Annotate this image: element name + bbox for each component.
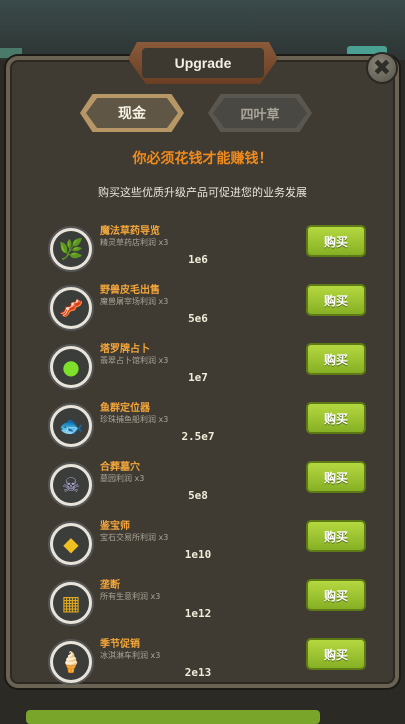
upgrade-cost: 1e12 [184,607,212,620]
upgrade-description: 翡翠占卜馆利润 x3 [100,356,169,365]
headline: 你必须花钱才能赚钱！ [132,151,273,167]
upgrade-cost: 2e13 [184,666,212,679]
upgrade-name: 合葬墓穴 [100,462,140,473]
buy-button[interactable]: 购买 [306,638,366,670]
fish-icon: 🐟 [53,408,89,444]
buy-button[interactable]: 购买 [306,520,366,552]
upgrade-icon-frame: ● [48,344,94,390]
upgrade-row: 🍦 季节促销 冰淇淋车利润 x3 2e13 购买 [48,638,368,689]
upgrade-icon-frame: 🌿 [48,226,94,272]
subline: 购买这些优质升级产品可促进您的业务发展 [98,186,307,199]
upgrade-row: ☠ 合葬墓穴 墓园利润 x3 5e8 购买 [48,461,368,512]
upgrade-description: 珍珠捕鱼船利润 x3 [100,415,169,424]
upgrade-description: 宝石交易所利润 x3 [100,533,169,542]
upgrade-name: 垄断 [100,580,120,591]
crystal-eye-icon: ● [53,349,89,385]
upgrade-icon-frame: 🍦 [48,639,94,685]
upgrade-icon-frame: ☠ [48,462,94,508]
upgrade-icon-frame: ▦ [48,580,94,626]
upgrade-row: ● 塔罗牌占卜 翡翠占卜馆利润 x3 1e7 购买 [48,343,368,394]
upgrade-description: 所有生意利润 x3 [100,592,161,601]
herb-icon: 🌿 [53,231,89,267]
upgrade-icon-frame: 🐟 [48,403,94,449]
close-button[interactable]: ✖ [366,52,398,84]
upgrade-name: 鉴宝师 [100,521,130,532]
buy-button[interactable]: 购买 [306,284,366,316]
upgrade-name: 野兽皮毛出售 [100,285,160,296]
upgrade-name: 季节促销 [100,639,140,650]
gold-pile-icon: ▦ [53,585,89,621]
window-title: Upgrade [142,48,264,78]
upgrade-row: ◆ 鉴宝师 宝石交易所利润 x3 1e10 购买 [48,520,368,571]
upgrade-name: 塔罗牌占卜 [100,344,150,355]
buy-button[interactable]: 购买 [306,402,366,434]
upgrade-name: 鱼群定位器 [100,403,150,414]
upgrade-row: 🌿 魔法草药导览 精灵草药店利润 x3 1e6 购买 [48,225,368,276]
upgrade-row: ▦ 垄断 所有生意利润 x3 1e12 购买 [48,579,368,630]
upgrade-row: 🥓 野兽皮毛出售 魔兽屠宰场利润 x3 5e6 购买 [48,284,368,335]
buy-button[interactable]: 购买 [306,461,366,493]
tab-cash[interactable]: 现金 [86,98,178,128]
upgrade-icon-frame: 🥓 [48,285,94,331]
upgrade-description: 魔兽屠宰场利润 x3 [100,297,169,306]
upgrade-cost: 5e8 [188,489,208,502]
upgrade-icon-frame: ◆ [48,521,94,567]
upgrade-description: 精灵草药店利润 x3 [100,238,169,247]
buy-button[interactable]: 购买 [306,579,366,611]
fur-icon: 🥓 [53,290,89,326]
close-icon: ✖ [372,55,392,81]
upgrade-cost: 1e7 [188,371,208,384]
ice-cream-icon: 🍦 [53,644,89,680]
upgrade-cost: 5e6 [188,312,208,325]
buy-button[interactable]: 购买 [306,343,366,375]
gem-icon: ◆ [53,526,89,562]
upgrade-cost: 1e10 [184,548,212,561]
upgrade-cost: 2.5e7 [181,430,215,443]
skull-icon: ☠ [53,467,89,503]
bottom-button-edge[interactable] [26,710,320,724]
upgrade-row: 🐟 鱼群定位器 珍珠捕鱼船利润 x3 2.5e7 购买 [48,402,368,453]
upgrade-description: 墓园利润 x3 [100,474,145,483]
buy-button[interactable]: 购买 [306,225,366,257]
upgrade-cost: 1e6 [188,253,208,266]
upgrade-description: 冰淇淋车利润 x3 [100,651,161,660]
tab-clover[interactable]: 四叶草 [213,98,307,128]
upgrade-name: 魔法草药导览 [100,226,160,237]
